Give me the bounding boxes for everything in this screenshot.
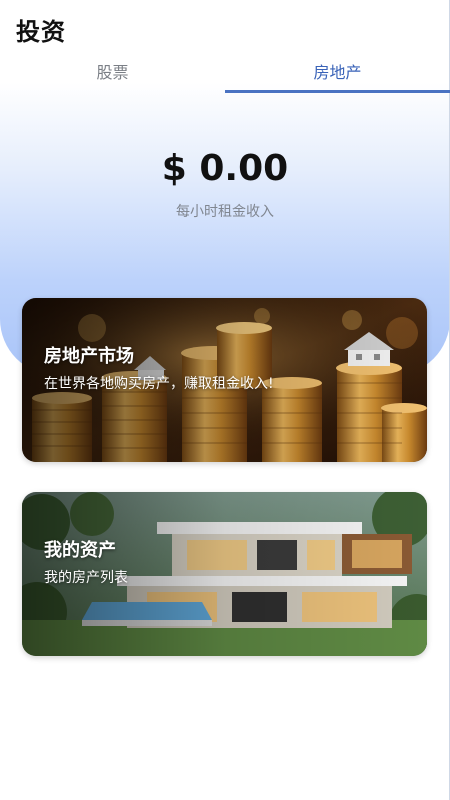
- card-subtitle: 在世界各地购买房产，赚取租金收入!: [44, 376, 274, 392]
- active-tab-indicator: [225, 90, 450, 93]
- hourly-rent-amount: $ 0.00: [161, 148, 289, 189]
- my-assets-card[interactable]: 我的资产 我的房产列表: [22, 492, 427, 656]
- real-estate-market-card[interactable]: 房地产市场 在世界各地购买房产，赚取租金收入!: [22, 298, 427, 462]
- hourly-rent-label: 每小时租金收入: [176, 204, 274, 220]
- tab-bar: 股票 房地产: [0, 58, 450, 94]
- page-title: 投资: [16, 18, 66, 46]
- tab-stocks[interactable]: 股票: [0, 58, 225, 92]
- card-title: 房地产市场: [44, 346, 134, 367]
- card-subtitle: 我的房产列表: [44, 570, 128, 586]
- card-title: 我的资产: [44, 540, 116, 561]
- tab-real-estate[interactable]: 房地产: [225, 58, 450, 92]
